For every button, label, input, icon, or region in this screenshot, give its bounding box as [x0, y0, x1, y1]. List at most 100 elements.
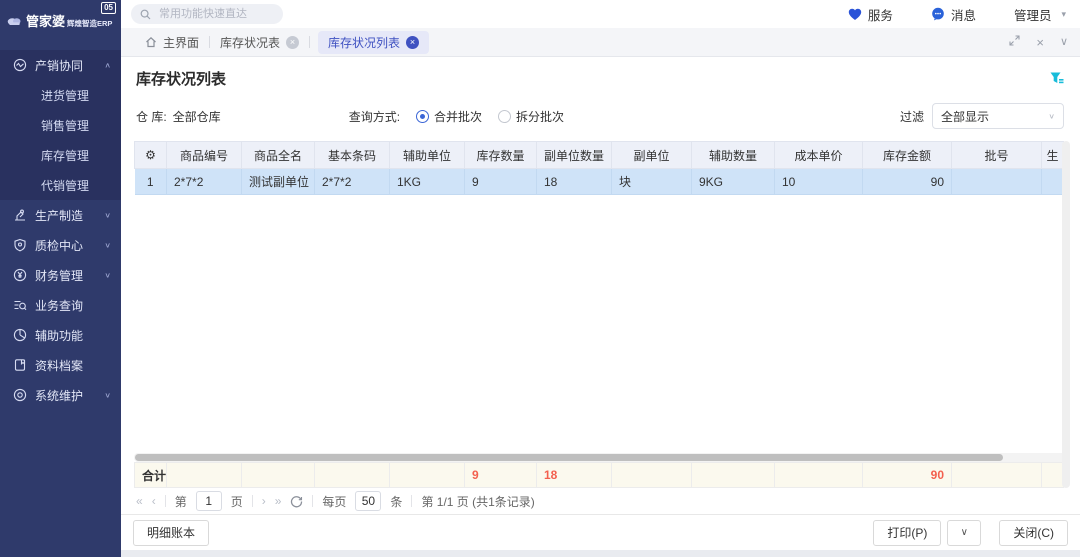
col-header[interactable]: 副单位: [612, 142, 692, 169]
cell-stock-amount: 90: [863, 169, 952, 195]
sidebar-item-finance[interactable]: 财务管理 ∨: [0, 260, 121, 290]
pagination-divider: [411, 495, 412, 507]
brand-name: 管家婆: [26, 11, 65, 30]
sidebar-item-system-maintenance[interactable]: 系统维护 ∨: [0, 380, 121, 410]
sidebar-item-quality-center[interactable]: 质检中心 ∨: [0, 230, 121, 260]
cell-cost-price: 10: [775, 169, 863, 195]
cloud-logo-icon: [7, 13, 22, 28]
submenu-label: 销售管理: [41, 117, 89, 134]
per-page-suffix: 条: [390, 493, 402, 510]
print-options-caret-button[interactable]: ∨: [947, 520, 981, 546]
close-icon[interactable]: ×: [1036, 36, 1044, 49]
sidebar-item-business-query[interactable]: 业务查询: [0, 290, 121, 320]
sidebar-item-data-archive[interactable]: 资料档案: [0, 350, 121, 380]
totals-empty: [612, 463, 692, 488]
archive-icon: [12, 358, 27, 373]
content-panel: 库存状况列表 仓 库: 全部仓库 查询方式: 合并批次 拆分批次 过滤: [121, 57, 1080, 550]
quick-search[interactable]: [131, 4, 283, 24]
col-header[interactable]: 辅助数量: [692, 142, 775, 169]
totals-empty: [315, 463, 390, 488]
horizontal-scrollbar[interactable]: ▸: [134, 453, 1068, 462]
radio-split-batch[interactable]: 拆分批次: [498, 108, 564, 125]
shield-icon: [12, 238, 27, 253]
col-header[interactable]: 副单位数量: [537, 142, 612, 169]
prev-page-icon[interactable]: ‹: [152, 495, 156, 507]
sidebar-nav: 产销协同 ∧ 进货管理 销售管理 库存管理 代销管理 生产制造 ∨ 质检中: [0, 38, 121, 410]
totals-empty: [775, 463, 863, 488]
col-header[interactable]: 基本条码: [315, 142, 390, 169]
cell-product-name: 测试副单位: [242, 169, 315, 195]
brand-version-badge: 05: [101, 2, 116, 14]
page-title: 库存状况列表: [136, 68, 226, 89]
chevron-up-icon: ∧: [104, 61, 111, 70]
cell-sub-unit-qty: 18: [537, 169, 612, 195]
col-header[interactable]: 成本单价: [775, 142, 863, 169]
cell-aux-qty: 9KG: [692, 169, 775, 195]
cell-product-code: 2*7*2: [167, 169, 242, 195]
tab-inventory-status-list[interactable]: 库存状况列表 ×: [318, 31, 429, 54]
sidebar: 管家婆 辉煌智造ERP 05 产销协同 ∧ 进货管理 销售管理 库存管理 代销管…: [0, 0, 121, 557]
sidebar-item-production-sales[interactable]: 产销协同 ∧: [0, 50, 121, 80]
tab-home[interactable]: 主界面: [135, 28, 209, 57]
col-header[interactable]: 生: [1042, 142, 1064, 169]
message-link[interactable]: 消息: [931, 5, 976, 24]
pulse-circle-icon: [12, 58, 27, 73]
col-header[interactable]: 商品全名: [242, 142, 315, 169]
totals-empty: [242, 463, 315, 488]
grid-header-row: ⚙ 商品编号 商品全名 基本条码 辅助单位 库存数量 副单位数量 副单位 辅助数…: [135, 142, 1064, 169]
filter-label: 过滤: [900, 108, 924, 125]
radio-unchecked-icon[interactable]: [498, 110, 511, 123]
next-page-icon[interactable]: ›: [262, 495, 266, 507]
service-link[interactable]: 服务: [848, 5, 893, 24]
filter-select-value: 全部显示: [941, 108, 989, 125]
user-menu[interactable]: 管理员 ▾: [1014, 5, 1066, 24]
close-button[interactable]: 关闭(C): [999, 520, 1068, 546]
vertical-scrollbar[interactable]: [1062, 141, 1070, 488]
col-header[interactable]: 批号: [952, 142, 1042, 169]
pagination-bar: « ‹ 第 1 页 › » 每页 50 条 第 1/1 页 (共1条记录): [121, 488, 1080, 514]
col-header[interactable]: 库存数量: [465, 142, 537, 169]
print-button[interactable]: 打印(P): [873, 520, 941, 546]
close-icon[interactable]: ×: [286, 36, 299, 49]
sidebar-item-sales-mgmt[interactable]: 销售管理: [0, 110, 121, 140]
tab-inventory-status[interactable]: 库存状况表 ×: [210, 28, 309, 57]
robot-arm-icon: [12, 208, 27, 223]
tab-label: 库存状况列表: [328, 34, 400, 51]
warehouse-value[interactable]: 全部仓库: [173, 108, 221, 125]
detail-ledger-button[interactable]: 明细账本: [133, 520, 209, 546]
maximize-icon[interactable]: [1009, 35, 1020, 49]
chevron-down-icon: ∨: [1048, 112, 1055, 121]
totals-empty: [692, 463, 775, 488]
col-header[interactable]: 辅助单位: [390, 142, 465, 169]
brand-logo: 管家婆 辉煌智造ERP 05: [0, 0, 121, 38]
column-settings-gear-icon[interactable]: ⚙: [135, 142, 167, 169]
table-row[interactable]: 1 2*7*2 测试副单位 2*7*2 1KG 9 18 块 9KG 10 90: [135, 169, 1064, 195]
sidebar-item-label: 辅助功能: [35, 327, 83, 344]
close-icon[interactable]: ×: [406, 36, 419, 49]
scrollbar-thumb[interactable]: [135, 454, 1003, 461]
col-header[interactable]: 库存金额: [863, 142, 952, 169]
radio-checked-icon[interactable]: [416, 110, 429, 123]
target-circle-icon: [12, 388, 27, 403]
col-header[interactable]: 商品编号: [167, 142, 242, 169]
per-page-input[interactable]: 50: [355, 491, 381, 511]
collapse-icon[interactable]: ∨: [1060, 37, 1068, 48]
filter-row: 仓 库: 全部仓库 查询方式: 合并批次 拆分批次 过滤 全部显示 ∨: [121, 99, 1080, 133]
page-number-input[interactable]: 1: [196, 491, 222, 511]
refresh-icon[interactable]: [290, 495, 303, 508]
first-page-icon[interactable]: «: [136, 495, 143, 507]
sidebar-item-inventory-mgmt[interactable]: 库存管理: [0, 140, 121, 170]
search-input[interactable]: [157, 7, 267, 21]
sidebar-item-manufacturing[interactable]: 生产制造 ∨: [0, 200, 121, 230]
radio-merge-batch[interactable]: 合并批次: [416, 108, 482, 125]
home-icon: [145, 36, 157, 48]
sidebar-item-consignment-mgmt[interactable]: 代销管理: [0, 170, 121, 200]
sidebar-item-auxiliary[interactable]: 辅助功能: [0, 320, 121, 350]
totals-stock-qty: 9: [465, 463, 537, 488]
last-page-icon[interactable]: »: [275, 495, 282, 507]
filter-select[interactable]: 全部显示 ∨: [932, 103, 1064, 129]
sidebar-item-purchase-mgmt[interactable]: 进货管理: [0, 80, 121, 110]
tab-controls: × ∨: [1009, 35, 1068, 49]
filter-funnel-icon[interactable]: [1049, 71, 1064, 86]
app-window: 管家婆 辉煌智造ERP 05 产销协同 ∧ 进货管理 销售管理 库存管理 代销管…: [0, 0, 1080, 557]
